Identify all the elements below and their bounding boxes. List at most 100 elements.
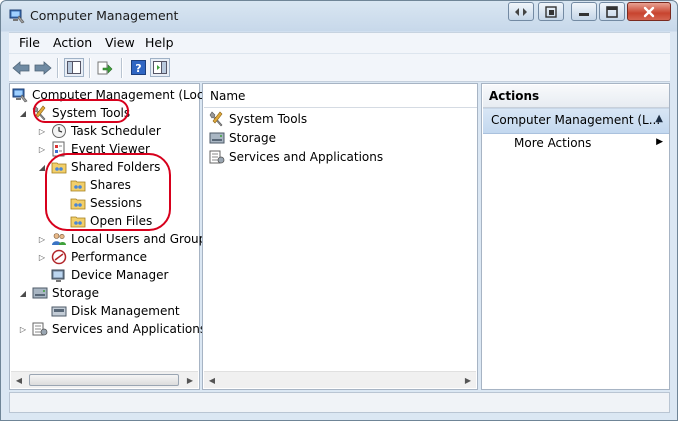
actions-title: Actions: [489, 89, 540, 103]
storage-icon: [209, 132, 225, 144]
show-hide-tree-button[interactable]: [64, 58, 84, 77]
double-arrow-icon: [515, 7, 527, 16]
users-icon: [52, 233, 66, 245]
export-list-button[interactable]: [95, 58, 115, 77]
list-item[interactable]: Storage: [209, 129, 276, 147]
list-item-label: Services and Applications: [229, 150, 384, 164]
back-nav-button[interactable]: [508, 2, 534, 21]
snap-button[interactable]: [538, 2, 564, 21]
tree-item-shared-folders[interactable]: ◢ Shared Folders: [37, 158, 160, 176]
minimize-button[interactable]: [571, 2, 597, 21]
toolbar-separator: [57, 58, 59, 78]
collapsed-triangle-icon[interactable]: ▷: [37, 253, 47, 262]
tree-item-shares[interactable]: Shares: [70, 176, 131, 194]
shared-folder-icon: [70, 216, 86, 228]
export-list-icon: [97, 61, 113, 74]
status-bar: [9, 392, 670, 413]
tree-item-event-viewer[interactable]: ▷ Event Viewer: [37, 140, 150, 158]
tree-item-root[interactable]: Computer Management (Local: [12, 86, 214, 104]
tree-label: System Tools: [52, 106, 131, 120]
tree-item-task-scheduler[interactable]: ▷ Task Scheduler: [37, 122, 161, 140]
list-item-label: Storage: [229, 131, 276, 145]
tree-item-open-files[interactable]: Open Files: [70, 212, 152, 230]
expanded-triangle-icon[interactable]: ◢: [18, 289, 28, 298]
tree-label: Open Files: [90, 214, 153, 228]
tree-label: Disk Management: [71, 304, 180, 318]
services-icon: [32, 322, 48, 336]
menu-action[interactable]: Action: [53, 35, 92, 50]
scroll-right-icon[interactable]: ▶: [182, 372, 198, 388]
minimize-icon: [579, 12, 589, 16]
column-header-name[interactable]: Name: [204, 85, 477, 108]
tree-label: Task Scheduler: [71, 124, 161, 138]
shared-folder-icon: [70, 180, 86, 192]
disk-management-icon: [51, 306, 67, 317]
tree-label: Storage: [52, 286, 99, 300]
menu-view[interactable]: View: [105, 35, 135, 50]
collapsed-triangle-icon[interactable]: ▷: [18, 325, 28, 334]
help-icon: ?: [130, 60, 146, 75]
collapsed-triangle-icon[interactable]: ▷: [37, 145, 47, 154]
computer-management-window: Computer Management File Action View Hel…: [0, 0, 678, 421]
show-hide-action-pane-button[interactable]: [150, 58, 170, 77]
toolbar-separator: [89, 58, 91, 78]
toolbar-separator: [121, 58, 123, 78]
clock-icon: [52, 124, 66, 138]
services-icon: [209, 150, 225, 164]
list-item[interactable]: Services and Applications: [209, 148, 383, 166]
content-horizontal-scrollbar[interactable]: ◀ ▶: [204, 371, 476, 388]
tree-label: Shares: [90, 178, 131, 192]
tree-label: Local Users and Groups: [71, 232, 213, 246]
svg-text:?: ?: [135, 62, 141, 75]
expanded-triangle-icon[interactable]: ◢: [37, 163, 47, 172]
forward-arrow-icon: [34, 60, 52, 75]
collapsed-triangle-icon[interactable]: ▷: [37, 127, 47, 136]
tree-item-sessions[interactable]: Sessions: [70, 194, 142, 212]
title-bar[interactable]: Computer Management: [1, 1, 677, 31]
shared-folder-icon: [70, 198, 86, 210]
computer-management-icon: [9, 9, 25, 24]
tree-item-device-manager[interactable]: Device Manager: [51, 266, 168, 284]
help-button[interactable]: ?: [128, 58, 148, 77]
storage-icon: [32, 287, 48, 299]
back-arrow-icon: [12, 60, 30, 75]
close-button[interactable]: [627, 2, 671, 21]
show-hide-tree-icon: [67, 61, 81, 74]
actions-pane: Actions Computer Management (L... ▲ More…: [481, 83, 670, 390]
tree-label: Services and Applications: [52, 322, 207, 336]
maximize-icon: [606, 5, 618, 18]
tree-item-disk-management[interactable]: Disk Management: [51, 302, 180, 320]
menu-help[interactable]: Help: [145, 35, 174, 50]
actions-section-computer-management[interactable]: Computer Management (L... ▲: [483, 108, 669, 134]
window-icon: [545, 5, 557, 18]
list-item-label: System Tools: [229, 112, 308, 126]
close-icon: [643, 6, 655, 17]
scroll-right-icon[interactable]: ▶: [460, 372, 476, 388]
performance-icon: [51, 249, 67, 265]
back-button[interactable]: [11, 58, 31, 77]
tree-item-storage[interactable]: ◢ Storage: [18, 284, 99, 302]
tree-item-services[interactable]: ▷ Services and Applications: [18, 320, 206, 338]
expanded-triangle-icon[interactable]: ◢: [18, 109, 28, 118]
tree-pane[interactable]: Computer Management (Local ◢ System Tool…: [9, 83, 214, 390]
content-pane[interactable]: Name System Tools Storage Services and A…: [202, 83, 478, 390]
submenu-arrow-icon: ▶: [656, 137, 663, 147]
menu-file[interactable]: File: [19, 35, 40, 50]
forward-button[interactable]: [33, 58, 53, 77]
shared-folder-icon: [51, 162, 67, 174]
column-header-label: Name: [210, 89, 246, 103]
tree-item-system-tools[interactable]: ◢ System Tools: [18, 104, 130, 122]
maximize-button[interactable]: [599, 2, 625, 21]
scroll-left-icon[interactable]: ◀: [204, 372, 220, 388]
more-actions-item[interactable]: More Actions ▶: [483, 134, 669, 154]
tree-item-performance[interactable]: ▷ Performance: [37, 248, 147, 266]
scroll-left-icon[interactable]: ◀: [11, 372, 27, 388]
show-hide-action-pane-icon: [153, 61, 167, 74]
collapse-up-icon[interactable]: ▲: [655, 113, 663, 124]
collapsed-triangle-icon[interactable]: ▷: [37, 235, 47, 244]
menu-bar: File Action View Help: [9, 32, 670, 53]
scroll-thumb[interactable]: [29, 374, 179, 386]
tree-horizontal-scrollbar[interactable]: ◀ ▶: [11, 371, 198, 388]
tree-item-local-users[interactable]: ▷ Local Users and Groups: [37, 230, 213, 248]
list-item[interactable]: System Tools: [209, 110, 307, 128]
